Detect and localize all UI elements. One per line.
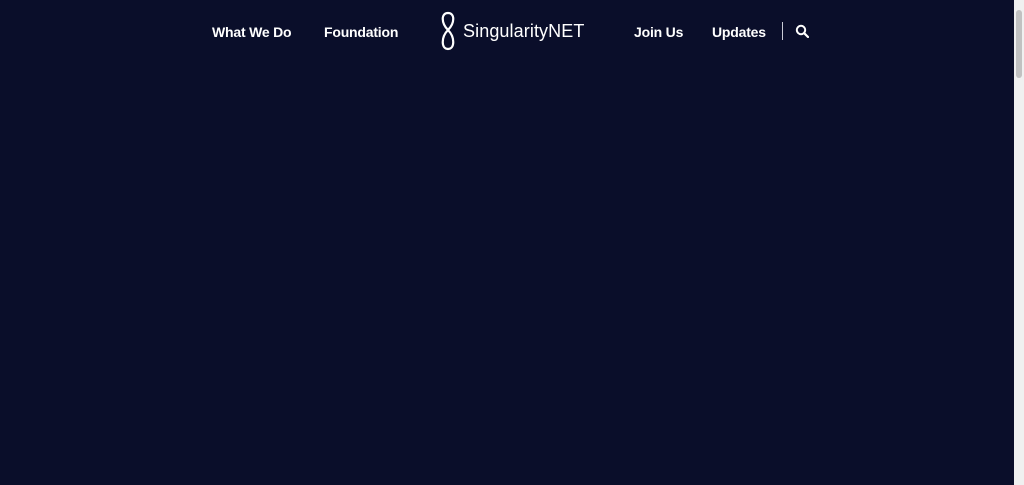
page: What We Do Foundation SingularityNET Joi… [0, 0, 1024, 485]
scrollbar-thumb[interactable] [1016, 10, 1022, 78]
search-button[interactable] [795, 24, 811, 40]
nav-item-updates[interactable]: Updates [712, 23, 766, 41]
nav-item-foundation[interactable]: Foundation [324, 23, 398, 41]
nav-item-what-we-do[interactable]: What We Do [212, 23, 292, 41]
singularitynet-logo-icon [441, 11, 455, 51]
search-icon [795, 24, 809, 38]
site-logo[interactable]: SingularityNET [437, 11, 584, 51]
vertical-scrollbar[interactable] [1014, 0, 1024, 485]
logo-text: SingularityNET [463, 21, 585, 41]
nav-item-join-us[interactable]: Join Us [634, 23, 683, 41]
hero-section: What We Do Foundation SingularityNET Joi… [0, 0, 1014, 485]
top-navigation: What We Do Foundation SingularityNET Joi… [0, 0, 1014, 64]
nav-divider [782, 22, 783, 40]
